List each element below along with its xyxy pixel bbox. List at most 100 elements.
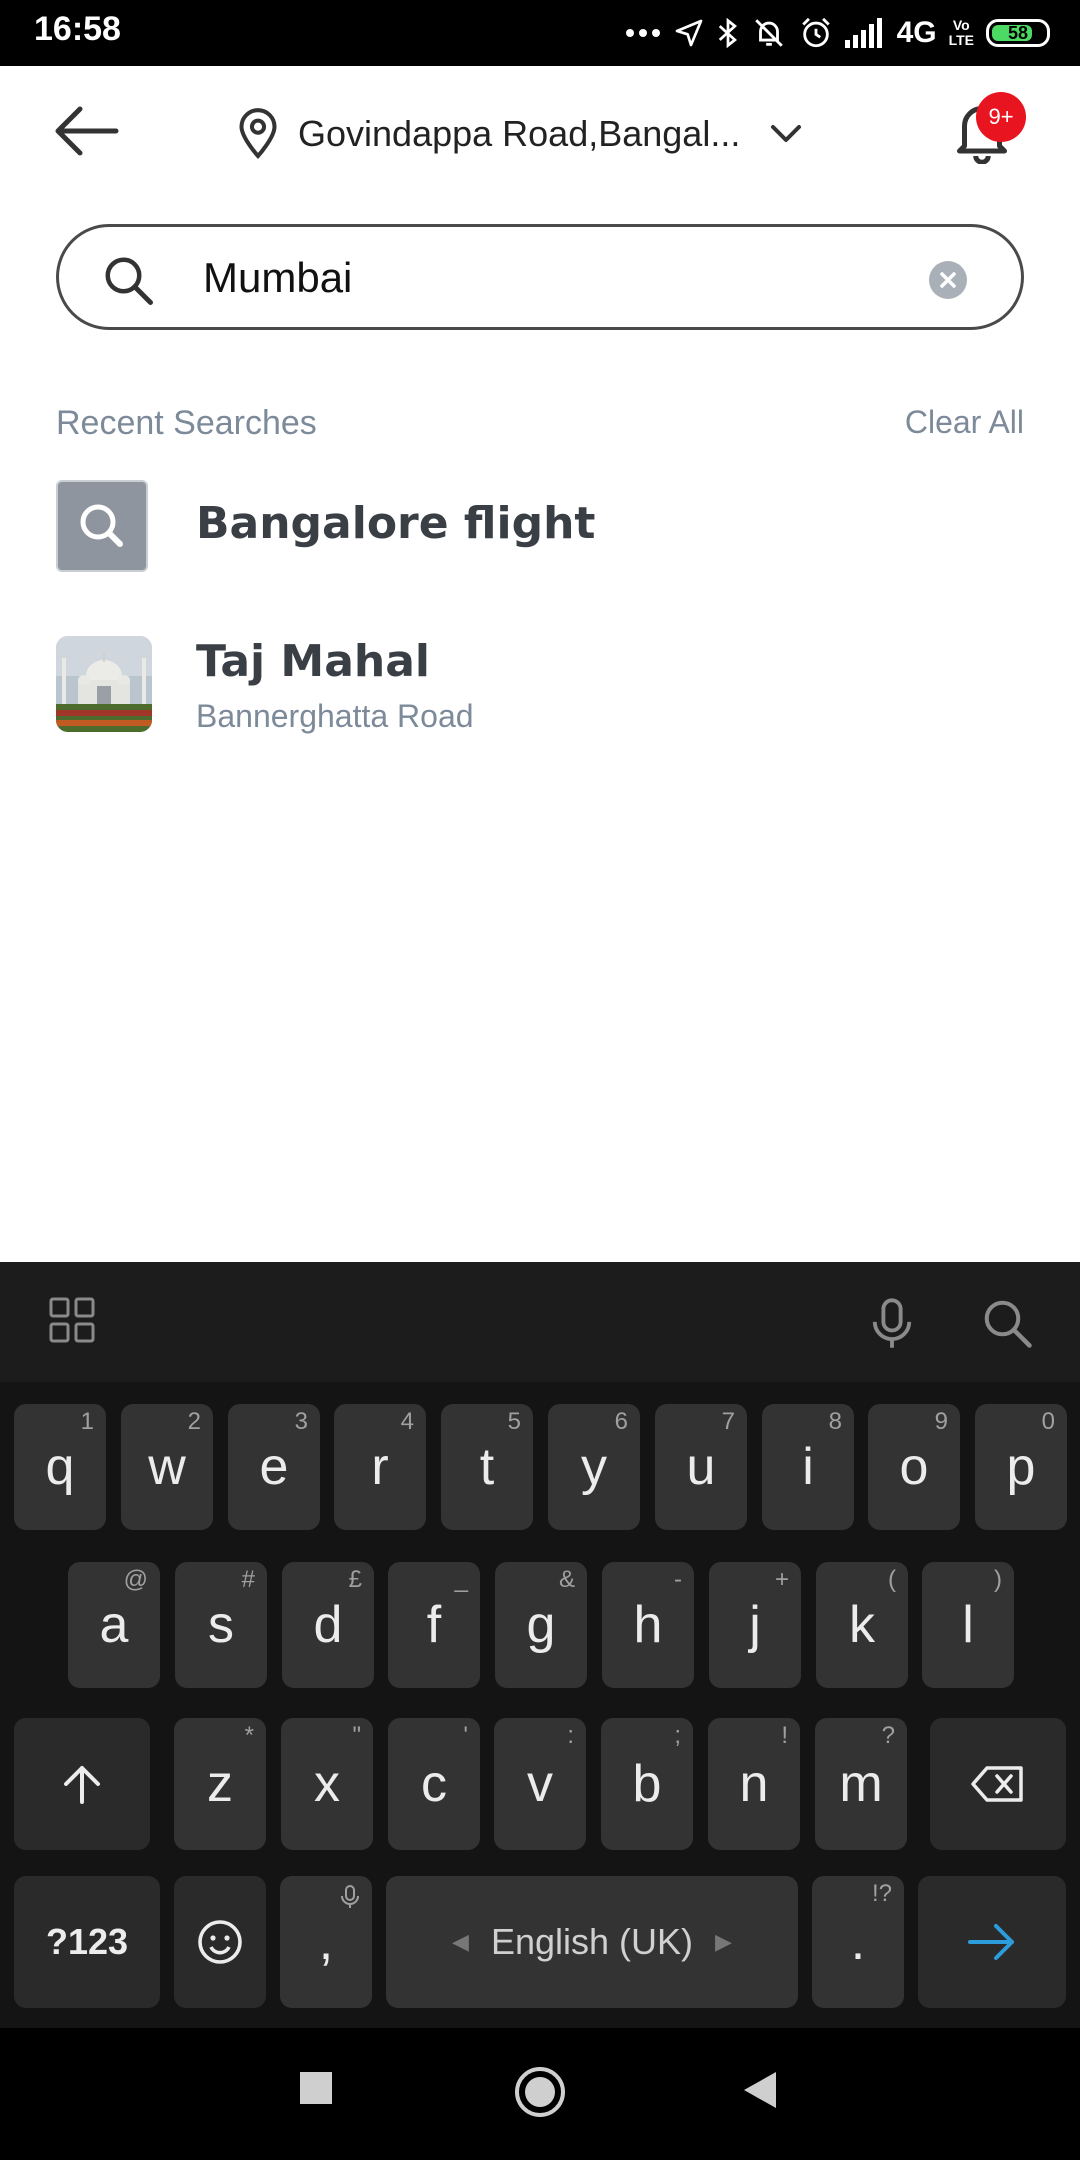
location-selector[interactable]: Govindappa Road,Bangal... (236, 106, 802, 162)
key-hint: - (674, 1566, 682, 1593)
keyboard-apps-button[interactable] (48, 1296, 96, 1348)
key-hint: ? (881, 1722, 895, 1749)
key-i[interactable]: i8 (762, 1404, 854, 1530)
taj-mahal-thumbnail (56, 636, 152, 732)
key-hint: 8 (828, 1408, 842, 1435)
clear-search-button[interactable] (929, 261, 967, 299)
map-pin-icon (239, 108, 277, 160)
key-v[interactable]: v: (494, 1718, 586, 1850)
more-dots-icon (625, 29, 660, 37)
volte-indicator: Vo LTE (949, 18, 974, 48)
key-f[interactable]: f _ (388, 1562, 480, 1688)
key-y[interactable]: y6 (548, 1404, 640, 1530)
recent-item-taj-mahal[interactable]: Taj Mahal Bannerghatta Road (56, 636, 1024, 734)
key-hint: # (241, 1566, 255, 1593)
keyboard-search-button[interactable] (980, 1296, 1034, 1354)
key-t[interactable]: t5 (441, 1404, 533, 1530)
close-icon (940, 272, 956, 288)
key-s[interactable]: s # (175, 1562, 267, 1688)
home-button[interactable] (514, 2066, 566, 2122)
key-m[interactable]: m? (815, 1718, 907, 1850)
key-o[interactable]: o9 (868, 1404, 960, 1530)
key-hint: " (352, 1722, 361, 1749)
comma-key[interactable]: , (280, 1876, 372, 2008)
key-k[interactable]: k( (816, 1562, 908, 1688)
key-hint: : (567, 1722, 574, 1749)
shift-arrow-icon (64, 1766, 100, 1804)
enter-key[interactable] (918, 1876, 1066, 2008)
key-hint: ! (781, 1722, 788, 1749)
chevron-down-icon (771, 125, 802, 142)
key-hint: 0 (1041, 1408, 1055, 1435)
key-g[interactable]: g & (495, 1562, 587, 1688)
key-c[interactable]: c ' (388, 1718, 480, 1850)
status-bar: 16:58 4G Vo LTE 58 (0, 0, 1080, 66)
signal-icon (844, 18, 882, 48)
location-label: Govindappa Road,Bangal... (298, 113, 741, 154)
recents-button[interactable] (298, 2070, 334, 2110)
key-j[interactable]: j + (709, 1562, 801, 1688)
triangle-back-icon (744, 2072, 776, 2108)
key-hint: ) (994, 1566, 1002, 1593)
shift-key[interactable] (14, 1718, 150, 1850)
volte-top: Vo (952, 17, 970, 33)
bluetooth-icon (718, 17, 737, 49)
backspace-icon (971, 1766, 1023, 1802)
soft-keyboard: q 1 w 2 e 3 r 4 t 5 y 6 u 7 i 8 o 9 p 0 a @ s # d £ f _ g & h - j + k(l) z *… (0, 1262, 1080, 2028)
key-r[interactable]: r4 (334, 1404, 426, 1530)
search-icon (984, 1300, 1032, 1348)
key-z[interactable]: z * (174, 1718, 266, 1850)
clear-all-button[interactable]: Clear All (905, 404, 1024, 441)
search-icon (105, 257, 153, 305)
recent-searches-title: Recent Searches (56, 404, 317, 442)
microphone-icon (872, 1298, 912, 1348)
arrow-right-icon (968, 1924, 1014, 1960)
key-q[interactable]: q1 (14, 1404, 106, 1530)
recent-item-bangalore-flight[interactable]: Bangalore flight (56, 480, 1024, 572)
back-nav-button[interactable] (742, 2070, 778, 2114)
back-button[interactable] (54, 106, 124, 156)
location-arrow-icon (675, 19, 702, 47)
backspace-key[interactable] (930, 1718, 1066, 1850)
network-type: 4G (896, 16, 937, 49)
key-l[interactable]: l) (922, 1562, 1014, 1688)
key-hint: ( (888, 1566, 896, 1593)
key-p[interactable]: p0 (975, 1404, 1067, 1530)
key-d[interactable]: d £ (282, 1562, 374, 1688)
symbols-key[interactable]: ?123 (14, 1876, 160, 2008)
battery-icon: 58 (986, 19, 1050, 47)
key-u[interactable]: u7 (655, 1404, 747, 1530)
recent-searches-header: Recent Searches Clear All (56, 404, 1024, 448)
key-e[interactable]: e3 (228, 1404, 320, 1530)
key-w[interactable]: w2 (121, 1404, 213, 1530)
period-key[interactable]: . !? (812, 1876, 904, 2008)
key-hint: 2 (187, 1408, 201, 1435)
key-b[interactable]: b; (601, 1718, 693, 1850)
system-nav-bar (0, 2028, 1080, 2160)
key-h[interactable]: h- (602, 1562, 694, 1688)
recent-item-title: Taj Mahal (196, 636, 431, 687)
key-x[interactable]: x " (281, 1718, 373, 1850)
back-arrow-icon (55, 106, 119, 156)
key-n[interactable]: n! (708, 1718, 800, 1850)
grid-icon (49, 1297, 95, 1343)
key-hint: * (244, 1722, 254, 1749)
app-header: Govindappa Road,Bangal... 9+ (0, 66, 1080, 196)
emoji-key[interactable] (174, 1876, 266, 2008)
key-hint: 1 (80, 1408, 94, 1435)
space-key[interactable]: ◀ English (UK) ▶ (386, 1876, 798, 2008)
search-bar (56, 224, 1024, 330)
key-a[interactable]: a @ (68, 1562, 160, 1688)
notification-badge: 9+ (976, 92, 1026, 142)
battery-level: 58 (1007, 23, 1029, 43)
key-hint: 6 (614, 1408, 628, 1435)
voice-input-button[interactable] (866, 1296, 918, 1356)
language-right-icon: ▶ (715, 1929, 732, 1954)
volte-bottom: LTE (948, 32, 974, 48)
key-hint: 7 (721, 1408, 735, 1435)
search-input[interactable] (203, 247, 903, 309)
key-hint: ; (674, 1722, 681, 1749)
symbols-key-label: ?123 (45, 1921, 129, 1962)
period-key-hint: !? (871, 1880, 892, 1907)
key-hint: £ (348, 1566, 362, 1593)
